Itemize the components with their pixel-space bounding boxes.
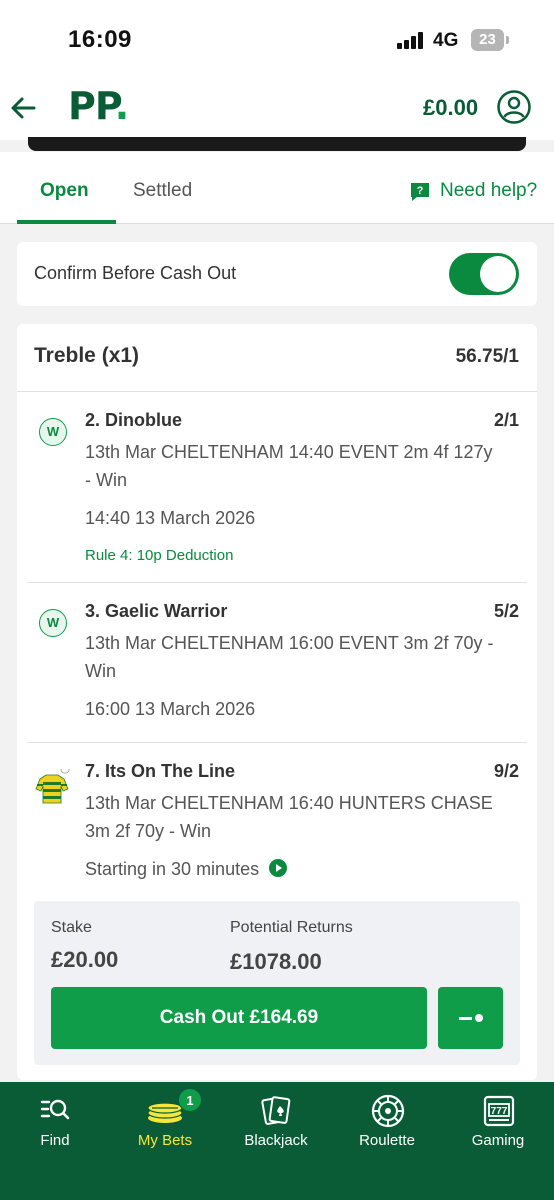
stake-label: Stake <box>51 919 92 936</box>
nav-label: Gaming <box>471 1132 525 1149</box>
slot-machine-icon: 777 <box>483 1095 515 1127</box>
selection-name: 2. Dinoblue <box>85 410 183 430</box>
slider-dot-icon <box>475 1014 483 1022</box>
status-bar: 16:09 4G 23 <box>0 0 554 80</box>
bets-count-badge: 1 <box>178 1088 202 1112</box>
nav-gaming[interactable]: 777 Gaming <box>443 1082 553 1172</box>
potential-returns-value: £1078.00 <box>230 949 322 974</box>
potential-returns-label: Potential Returns <box>230 919 353 936</box>
signal-icon <box>397 31 425 49</box>
app-header: PP. £0.00 <box>0 80 554 140</box>
selection-item: W 2. Dinoblue 2/1 13th Mar CHELTENHAM 14… <box>27 392 527 583</box>
selection-time: 16:00 13 March 2026 <box>85 699 256 719</box>
network-type: 4G <box>433 30 459 51</box>
race-start-status: Starting in 30 minutes <box>85 859 288 880</box>
cards-icon <box>261 1096 291 1125</box>
selection-description: 13th Mar CHELTENHAM 14:40 EVENT 2m 4f 12… <box>85 442 493 490</box>
status-time: 16:09 <box>68 26 132 53</box>
svg-text:777: 777 <box>491 1106 508 1117</box>
nav-roulette[interactable]: Roulette <box>332 1082 442 1172</box>
bet-odds: 56.75/1 <box>455 346 519 367</box>
play-icon[interactable] <box>269 859 288 878</box>
battery-icon: 23 <box>471 29 504 51</box>
banner-strip <box>28 137 526 151</box>
account-balance[interactable]: £0.00 <box>423 95 478 121</box>
nav-label: My Bets <box>137 1132 193 1149</box>
tab-settled[interactable]: Settled <box>133 180 192 202</box>
logo-text: PP <box>68 84 116 128</box>
selection-name: 3. Gaelic Warrior <box>85 601 228 621</box>
nav-blackjack[interactable]: Blackjack <box>221 1082 331 1172</box>
bet-header: Treble (x1) 56.75/1 <box>17 324 537 392</box>
bets-tabs: Open Settled ? Need help? <box>0 152 554 224</box>
search-list-icon <box>40 1099 70 1120</box>
account-icon[interactable] <box>496 89 532 125</box>
win-badge-icon: W <box>39 418 67 446</box>
tab-open[interactable]: Open <box>40 180 89 202</box>
stake-value: £20.00 <box>51 947 119 972</box>
confirm-cashout-toggle[interactable] <box>449 253 519 295</box>
cash-out-button[interactable]: Cash Out £164.69 <box>51 987 427 1049</box>
bet-type: Treble (x1) <box>34 344 140 367</box>
need-help-link[interactable]: Need help? <box>440 180 537 202</box>
selection-odds: 2/1 <box>493 410 519 430</box>
slider-line-icon <box>459 1017 472 1020</box>
confirm-cashout-label: Confirm Before Cash Out <box>34 263 237 283</box>
active-tab-indicator <box>17 220 116 224</box>
bottom-navigation: Find 1 My Bets Blackjack Roulette 777 Ga… <box>0 1082 554 1200</box>
selection-description: 13th Mar CHELTENHAM 16:40 HUNTERS CHASE … <box>85 793 493 841</box>
bet-card: Treble (x1) 56.75/1 W 2. Dinoblue 2/1 13… <box>17 324 537 1080</box>
back-arrow-icon[interactable] <box>8 93 38 123</box>
toggle-knob <box>480 256 516 292</box>
rule-4-deduction: Rule 4: 10p Deduction <box>85 547 234 564</box>
nav-my-bets[interactable]: 1 My Bets <box>110 1082 220 1172</box>
svg-text:?: ? <box>417 185 424 197</box>
jockey-silk-icon <box>35 769 70 804</box>
starting-time-label: Starting in 30 minutes <box>85 859 260 879</box>
selection-odds: 5/2 <box>493 601 519 621</box>
selection-item: 7. Its On The Line 9/2 13th Mar CHELTENH… <box>27 743 527 893</box>
confirm-cashout-card: Confirm Before Cash Out <box>17 242 537 306</box>
help-chat-icon[interactable]: ? <box>409 181 431 203</box>
selection-time: 14:40 13 March 2026 <box>85 508 256 528</box>
nav-label: Find <box>40 1132 70 1149</box>
selection-item: W 3. Gaelic Warrior 5/2 13th Mar CHELTEN… <box>27 583 527 743</box>
selection-name: 7. Its On The Line <box>85 761 236 781</box>
brand-logo[interactable]: PP. <box>68 84 129 128</box>
stake-summary: Stake £20.00 Potential Returns £1078.00 … <box>34 901 520 1065</box>
battery-tip <box>506 36 509 44</box>
nav-label: Blackjack <box>244 1132 308 1149</box>
logo-dot: . <box>114 84 129 128</box>
win-badge-icon: W <box>39 609 67 637</box>
nav-label: Roulette <box>359 1132 415 1149</box>
partial-cashout-button[interactable] <box>438 987 503 1049</box>
selection-description: 13th Mar CHELTENHAM 16:00 EVENT 3m 2f 70… <box>85 633 494 681</box>
selection-odds: 9/2 <box>493 761 519 781</box>
roulette-icon <box>371 1094 405 1128</box>
nav-find[interactable]: Find <box>0 1082 110 1172</box>
